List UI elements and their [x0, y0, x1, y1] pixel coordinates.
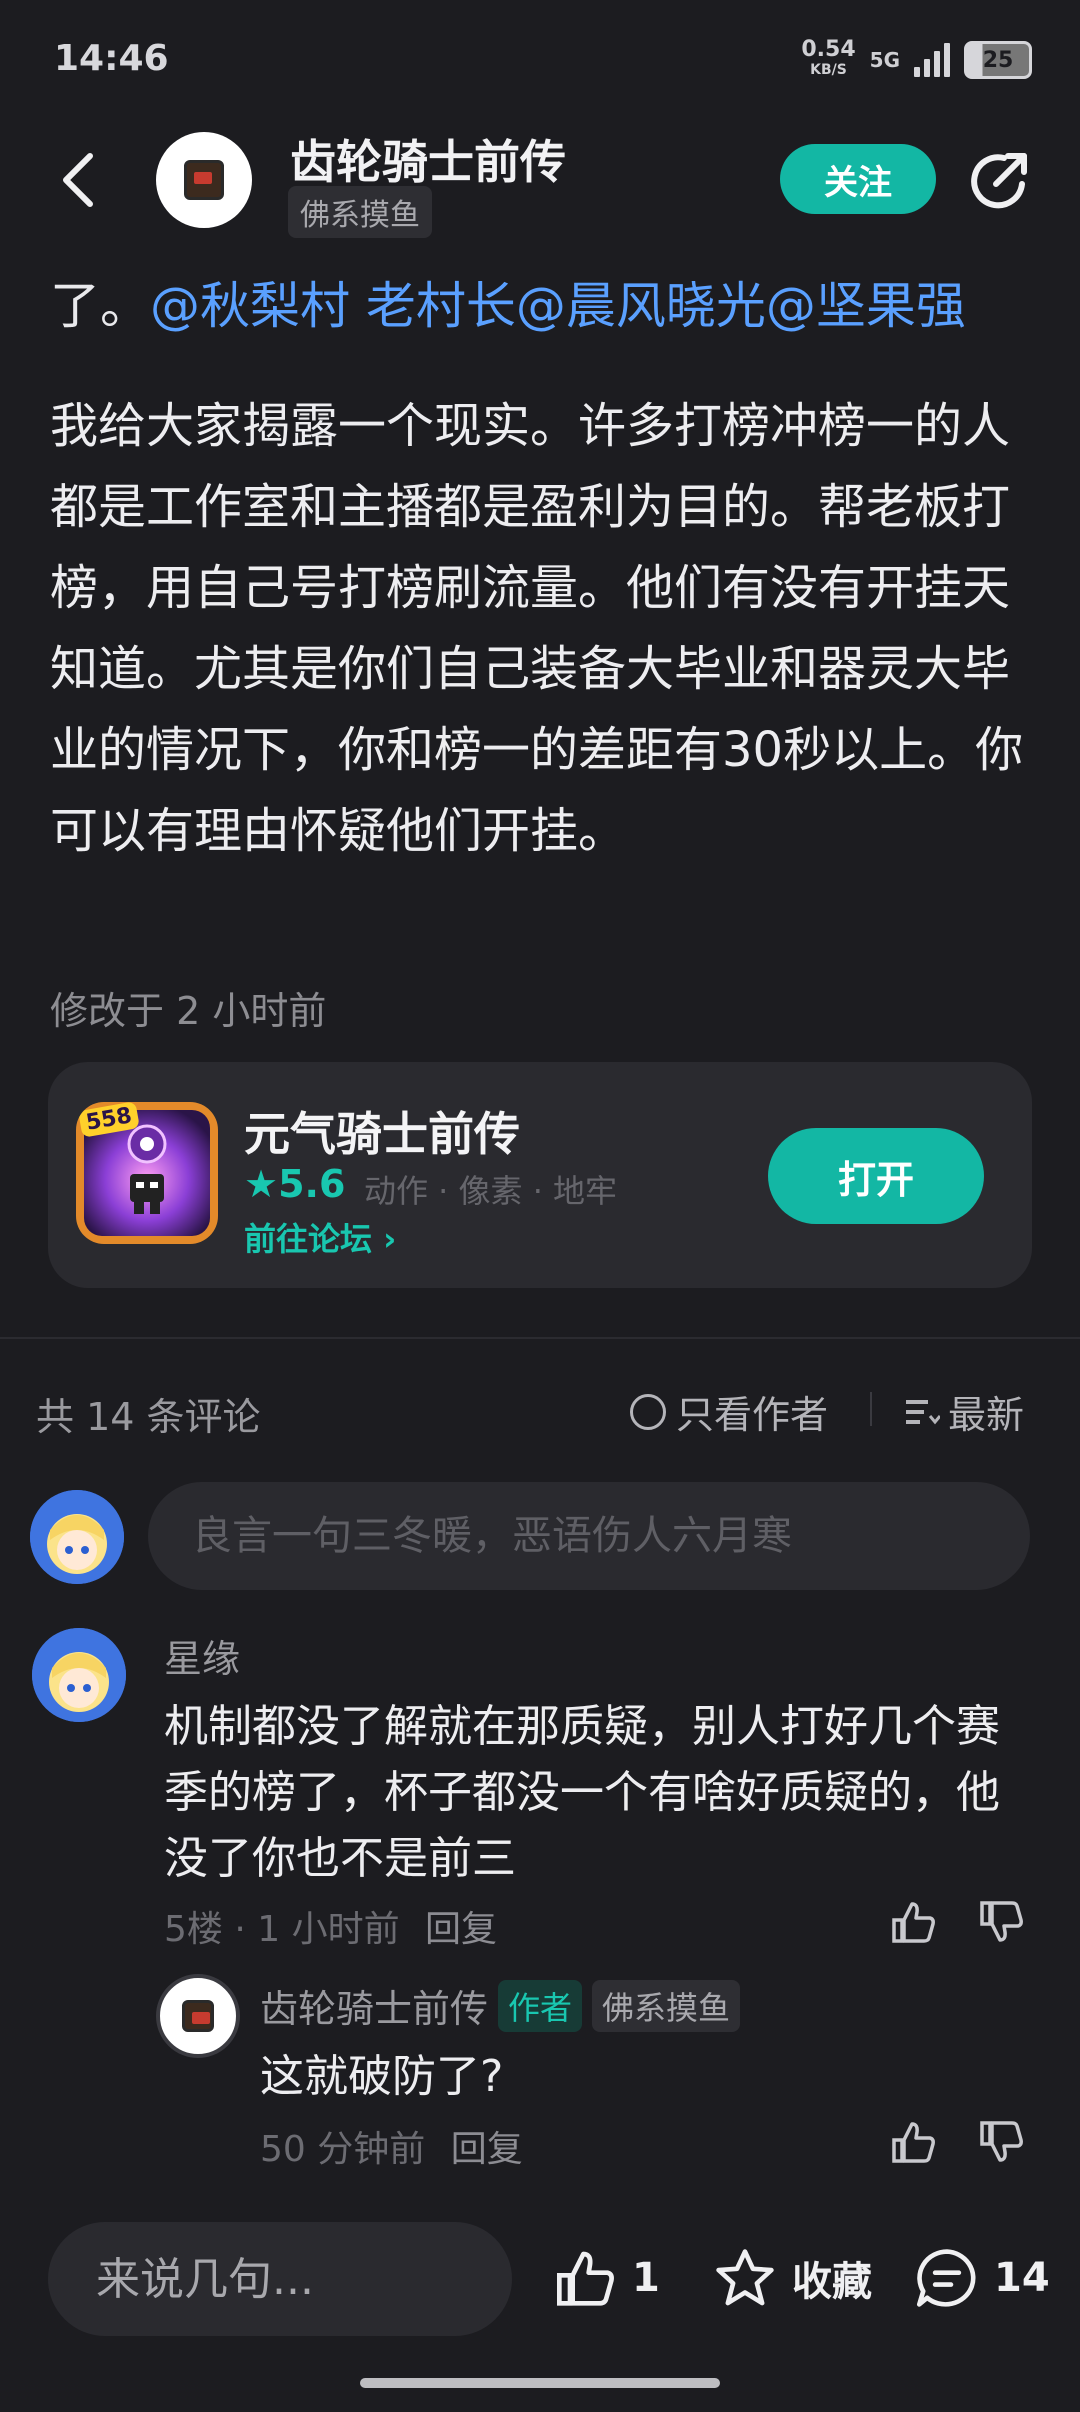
post-body: 我给大家揭露一个现实。许多打榜冲榜一的人都是工作室和主播都是盈利为目的。帮老板打…: [50, 398, 1024, 859]
battery-icon: 25: [964, 41, 1032, 79]
reply-author-row: 齿轮骑士前传 作者 佛系摸鱼: [260, 1978, 741, 2033]
app-rating: ★5.6: [244, 1162, 345, 1206]
post-modified-time: 修改于 2 小时前: [50, 989, 327, 1033]
chevron-left-icon: [63, 153, 93, 207]
comment-text: 机制都没了解就在那质疑，别人打好几个赛季的榜了，杯子都没一个有啥好质疑的，他没了…: [164, 1701, 1000, 1884]
quick-comment-input[interactable]: [48, 2222, 512, 2336]
mention-link[interactable]: @晨风晓光: [516, 277, 766, 335]
comment-count: 共 14 条评论: [36, 1395, 261, 1439]
share-icon: [971, 153, 1027, 209]
comment-input[interactable]: [148, 1482, 1030, 1590]
like-button[interactable]: [890, 2118, 938, 2170]
comment-icon: [916, 2249, 976, 2307]
star-icon: ★: [244, 1162, 279, 1206]
author-tag: 佛系摸鱼: [288, 186, 432, 238]
thumbs-down-icon: [980, 2121, 1023, 2162]
mention-link[interactable]: @坚果强: [766, 277, 966, 335]
separator: [870, 1392, 872, 1426]
like-count: 1: [632, 2255, 660, 2301]
follow-button[interactable]: 关注: [780, 144, 936, 214]
app-icon: 558: [76, 1102, 218, 1244]
open-app-button[interactable]: 打开: [768, 1128, 984, 1224]
back-button[interactable]: [58, 150, 98, 210]
reply-author-name[interactable]: 齿轮骑士前传: [260, 1978, 488, 2033]
reply-author-tag: 佛系摸鱼: [592, 1979, 741, 2032]
like-button[interactable]: [890, 1898, 938, 1950]
signal-label: 5G: [869, 48, 900, 72]
app-name: 元气骑士前传: [244, 1107, 520, 1161]
app-tags: 动作 · 像素 · 地牢: [364, 1172, 618, 1210]
my-avatar: [30, 1490, 124, 1584]
reply-text: 这就破防了?: [260, 2051, 504, 2102]
comment-floor-time: 5楼 · 1 小时前: [164, 1909, 400, 1950]
net-speed: 0.54 KB/S: [801, 37, 856, 80]
collect-button[interactable]: 收藏: [712, 2246, 872, 2310]
comment-count-bottom: 14: [994, 2255, 1050, 2301]
mention-link[interactable]: @秋梨村 老村长: [150, 277, 516, 335]
sort-icon: [906, 1399, 940, 1424]
comments-button[interactable]: 14: [914, 2246, 1050, 2310]
post-lead-text: 了。: [50, 277, 150, 335]
status-time: 14:46: [54, 38, 169, 79]
star-icon: [716, 2249, 774, 2306]
thumbs-up-icon: [557, 2251, 614, 2306]
reply-author-avatar[interactable]: [156, 1974, 240, 2058]
net-speed-unit: KB/S: [810, 62, 847, 78]
commenter-avatar-image: [32, 1628, 126, 1722]
mention-line: 了。@秋梨村 老村长@晨风晓光@坚果强: [50, 266, 966, 338]
reply-button[interactable]: 回复: [451, 2129, 523, 2170]
commenter-avatar[interactable]: [32, 1628, 126, 1722]
forum-link[interactable]: 前往论坛 ›: [244, 1214, 396, 1260]
reply-author-avatar-image: [182, 2000, 214, 2032]
share-button[interactable]: [968, 148, 1034, 214]
reply-meta: 50 分钟前 回复: [260, 2120, 523, 2172]
forum-link-label: 前往论坛: [244, 1220, 373, 1258]
thumbs-up-icon: [892, 1902, 935, 1943]
sort-latest-button[interactable]: 最新: [904, 1384, 1024, 1439]
author-badge: 作者: [498, 1979, 583, 2032]
divider: [0, 1337, 1080, 1339]
like-post-button[interactable]: 1: [554, 2246, 660, 2310]
commenter-name[interactable]: 星缘: [164, 1628, 240, 1683]
author-only-label: 只看作者: [676, 1393, 829, 1437]
app-rating-value: 5.6: [278, 1162, 346, 1206]
chevron-right-icon: ›: [383, 1220, 397, 1258]
sort-label: 最新: [948, 1393, 1025, 1437]
comment-meta: 5楼 · 1 小时前 回复: [164, 1900, 497, 1952]
thumbs-down-icon: [980, 1901, 1023, 1942]
reply-button[interactable]: 回复: [425, 1909, 497, 1950]
net-speed-value: 0.54: [801, 37, 856, 62]
home-indicator[interactable]: [360, 2378, 720, 2388]
collect-label: 收藏: [792, 2259, 872, 2305]
thumbs-up-icon: [892, 2122, 935, 2163]
signal-icon: [914, 43, 950, 77]
battery-level: 25: [982, 47, 1014, 73]
author-only-toggle[interactable]: 只看作者: [630, 1384, 828, 1439]
radio-icon: [630, 1393, 666, 1430]
status-icons: 0.54 KB/S 5G 25: [801, 37, 1032, 80]
dislike-button[interactable]: [978, 1898, 1026, 1950]
author-name[interactable]: 齿轮骑士前传: [290, 126, 566, 192]
author-avatar-image: [184, 160, 224, 200]
dislike-button[interactable]: [978, 2118, 1026, 2170]
reply-time: 50 分钟前: [260, 2129, 426, 2170]
my-avatar-image: [30, 1490, 124, 1584]
author-avatar[interactable]: [156, 132, 252, 228]
